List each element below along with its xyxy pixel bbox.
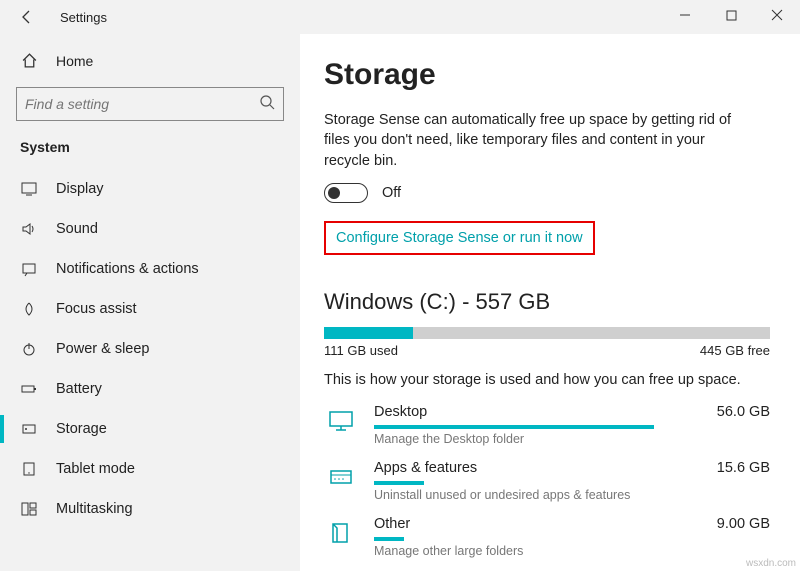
- search-icon: [259, 94, 275, 115]
- home-icon: [20, 52, 38, 69]
- nav-label: Tablet mode: [56, 461, 135, 477]
- window-title: Settings: [60, 10, 107, 25]
- category-apps-features[interactable]: Apps & features 15.6 GB Uninstall unused…: [324, 460, 770, 502]
- apps-icon: [324, 460, 358, 494]
- home-link[interactable]: Home: [0, 44, 300, 77]
- nav-notifications[interactable]: Notifications & actions: [0, 249, 300, 289]
- usage-intro: This is how your storage is used and how…: [324, 372, 770, 388]
- display-icon: [20, 180, 38, 198]
- nav-label: Sound: [56, 221, 98, 237]
- category-hint: Manage other large folders: [374, 544, 770, 558]
- toggle-state-label: Off: [382, 185, 401, 201]
- titlebar: Settings: [0, 0, 800, 34]
- page-heading: Storage: [324, 58, 770, 92]
- maximize-button[interactable]: [708, 0, 754, 30]
- content-pane: Storage Storage Sense can automatically …: [300, 34, 800, 571]
- category-name: Other: [374, 516, 410, 532]
- nav-label: Storage: [56, 421, 107, 437]
- nav-storage[interactable]: Storage: [0, 409, 300, 449]
- drive-heading: Windows (C:) - 557 GB: [324, 289, 770, 315]
- storage-sense-toggle[interactable]: [324, 183, 368, 203]
- nav-tablet-mode[interactable]: Tablet mode: [0, 449, 300, 489]
- back-button[interactable]: [12, 2, 42, 32]
- nav-display[interactable]: Display: [0, 169, 300, 209]
- used-label: 111 GB used: [324, 343, 398, 358]
- minimize-button[interactable]: [662, 0, 708, 30]
- category-bar: [374, 425, 654, 429]
- sidebar: Home System Display Sound Notifications …: [0, 34, 300, 571]
- category-hint: Uninstall unused or undesired apps & fea…: [374, 488, 770, 502]
- nav-focus-assist[interactable]: Focus assist: [0, 289, 300, 329]
- nav-power-sleep[interactable]: Power & sleep: [0, 329, 300, 369]
- storage-sense-toggle-row: Off: [324, 183, 770, 203]
- category-bar: [374, 537, 404, 541]
- nav-label: Multitasking: [56, 501, 133, 517]
- free-label: 445 GB free: [700, 343, 770, 358]
- multitasking-icon: [20, 500, 38, 518]
- other-icon: [324, 516, 358, 550]
- category-name: Apps & features: [374, 460, 477, 476]
- category-size: 9.00 GB: [717, 516, 770, 532]
- category-size: 15.6 GB: [717, 460, 770, 476]
- drive-usage-fill: [324, 327, 413, 339]
- category-name: Desktop: [374, 404, 427, 420]
- search-input[interactable]: [25, 96, 259, 112]
- sound-icon: [20, 220, 38, 238]
- power-icon: [20, 340, 38, 358]
- category-other[interactable]: Other 9.00 GB Manage other large folders: [324, 516, 770, 558]
- battery-icon: [20, 380, 38, 398]
- group-label: System: [0, 135, 300, 169]
- nav-label: Power & sleep: [56, 341, 150, 357]
- nav-multitasking[interactable]: Multitasking: [0, 489, 300, 529]
- nav-list: Display Sound Notifications & actions Fo…: [0, 169, 300, 529]
- nav-label: Battery: [56, 381, 102, 397]
- nav-label: Focus assist: [56, 301, 137, 317]
- nav-label: Notifications & actions: [56, 261, 199, 277]
- nav-label: Display: [56, 181, 104, 197]
- nav-battery[interactable]: Battery: [0, 369, 300, 409]
- drive-usage-labels: 111 GB used 445 GB free: [324, 343, 770, 358]
- category-size: 56.0 GB: [717, 404, 770, 420]
- home-label: Home: [56, 53, 93, 69]
- category-desktop[interactable]: Desktop 56.0 GB Manage the Desktop folde…: [324, 404, 770, 446]
- close-button[interactable]: [754, 0, 800, 30]
- configure-storage-sense-link[interactable]: Configure Storage Sense or run it now: [336, 230, 583, 246]
- category-hint: Manage the Desktop folder: [374, 432, 770, 446]
- drive-usage-bar: [324, 327, 770, 339]
- category-bar: [374, 481, 424, 485]
- focus-icon: [20, 300, 38, 318]
- storage-sense-description: Storage Sense can automatically free up …: [324, 110, 734, 171]
- watermark: wsxdn.com: [746, 558, 796, 569]
- search-box[interactable]: [16, 87, 284, 121]
- configure-highlight-box: Configure Storage Sense or run it now: [324, 221, 595, 255]
- notification-icon: [20, 260, 38, 278]
- desktop-icon: [324, 404, 358, 438]
- tablet-icon: [20, 460, 38, 478]
- storage-icon: [20, 420, 38, 438]
- nav-sound[interactable]: Sound: [0, 209, 300, 249]
- window-controls: [662, 0, 800, 30]
